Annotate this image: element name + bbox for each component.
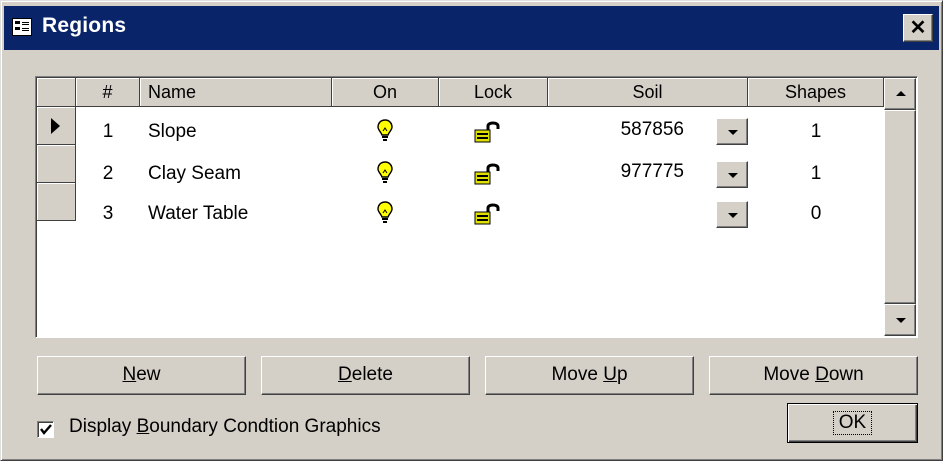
- window-title: Regions: [42, 14, 127, 37]
- move-down-mnemonic: D: [815, 364, 829, 385]
- region-name[interactable]: Clay Seam: [148, 163, 328, 185]
- form-icon: [12, 18, 32, 36]
- unlocked-padlock-icon[interactable]: [474, 163, 504, 190]
- close-button[interactable]: ✕: [903, 14, 933, 42]
- delete-label-post: elete: [351, 364, 393, 385]
- close-icon: ✕: [909, 17, 927, 39]
- delete-mnemonic: D: [338, 364, 352, 385]
- lightbulb-icon[interactable]: [377, 201, 393, 230]
- soil-value[interactable]: 977775: [556, 161, 684, 183]
- move-down-label-post: own: [828, 364, 864, 385]
- title-bar[interactable]: Regions ✕: [4, 6, 939, 50]
- corner-selector[interactable]: [37, 78, 76, 107]
- column-header-name[interactable]: Name: [140, 78, 332, 107]
- column-header-lock[interactable]: Lock: [439, 78, 548, 107]
- scroll-down-arrow-icon[interactable]: [884, 304, 916, 336]
- shapes-count: 1: [810, 121, 822, 142]
- lightbulb-icon[interactable]: [377, 119, 393, 148]
- move-up-label-pre: Move: [551, 364, 604, 385]
- new-mnemonic: N: [122, 364, 137, 385]
- display-boundary-checkbox[interactable]: [37, 421, 54, 438]
- ok-label: OK: [832, 411, 873, 435]
- current-row-arrow-icon: [51, 118, 60, 134]
- display-boundary-label[interactable]: Display Boundary Condtion Graphics: [69, 416, 381, 438]
- move-up-label-post: p: [616, 364, 628, 385]
- scroll-up-arrow-icon[interactable]: [884, 78, 916, 110]
- row-selector[interactable]: [37, 183, 76, 221]
- regions-dialog: Regions ✕ # Name On Lock Soil Shapes 1 S…: [0, 0, 943, 461]
- delete-button[interactable]: Delete: [261, 356, 470, 395]
- unlocked-padlock-icon[interactable]: [474, 203, 504, 230]
- vertical-scrollbar[interactable]: [884, 78, 916, 336]
- column-header-shapes[interactable]: Shapes: [748, 78, 884, 107]
- ok-button[interactable]: OK: [787, 403, 918, 443]
- column-header-num[interactable]: #: [76, 78, 140, 107]
- scroll-thumb[interactable]: [884, 110, 916, 304]
- move-down-label-pre: Move: [763, 364, 816, 385]
- row-selector[interactable]: [37, 107, 76, 145]
- soil-dropdown-button[interactable]: [716, 201, 748, 228]
- new-button[interactable]: New: [37, 356, 246, 395]
- display-bc-mnemonic: B: [136, 416, 150, 437]
- column-header-on[interactable]: On: [332, 78, 439, 107]
- soil-value[interactable]: 587856: [556, 119, 684, 141]
- column-header-soil[interactable]: Soil: [548, 78, 748, 107]
- soil-dropdown-button[interactable]: [716, 161, 748, 188]
- display-bc-label-pre: Display: [69, 416, 137, 437]
- move-down-button[interactable]: Move Down: [709, 356, 918, 395]
- row-number: 2: [102, 163, 114, 184]
- shapes-count: 0: [810, 203, 822, 224]
- row-number: 1: [102, 121, 114, 142]
- row-number: 3: [102, 203, 114, 224]
- new-label-post: ew: [136, 364, 161, 385]
- checkmark-icon: [40, 424, 52, 435]
- display-bc-label-post: oundary Condtion Graphics: [149, 416, 381, 437]
- region-name[interactable]: Slope: [148, 121, 328, 143]
- shapes-count: 1: [810, 163, 822, 184]
- row-selector[interactable]: [37, 145, 76, 183]
- regions-datasheet: # Name On Lock Soil Shapes 1 Slope 58785…: [35, 76, 918, 338]
- unlocked-padlock-icon[interactable]: [474, 121, 504, 148]
- move-up-mnemonic: U: [603, 364, 617, 385]
- soil-dropdown-button[interactable]: [716, 118, 748, 145]
- move-up-button[interactable]: Move Up: [485, 356, 694, 395]
- lightbulb-icon[interactable]: [377, 161, 393, 190]
- region-name[interactable]: Water Table: [148, 203, 328, 225]
